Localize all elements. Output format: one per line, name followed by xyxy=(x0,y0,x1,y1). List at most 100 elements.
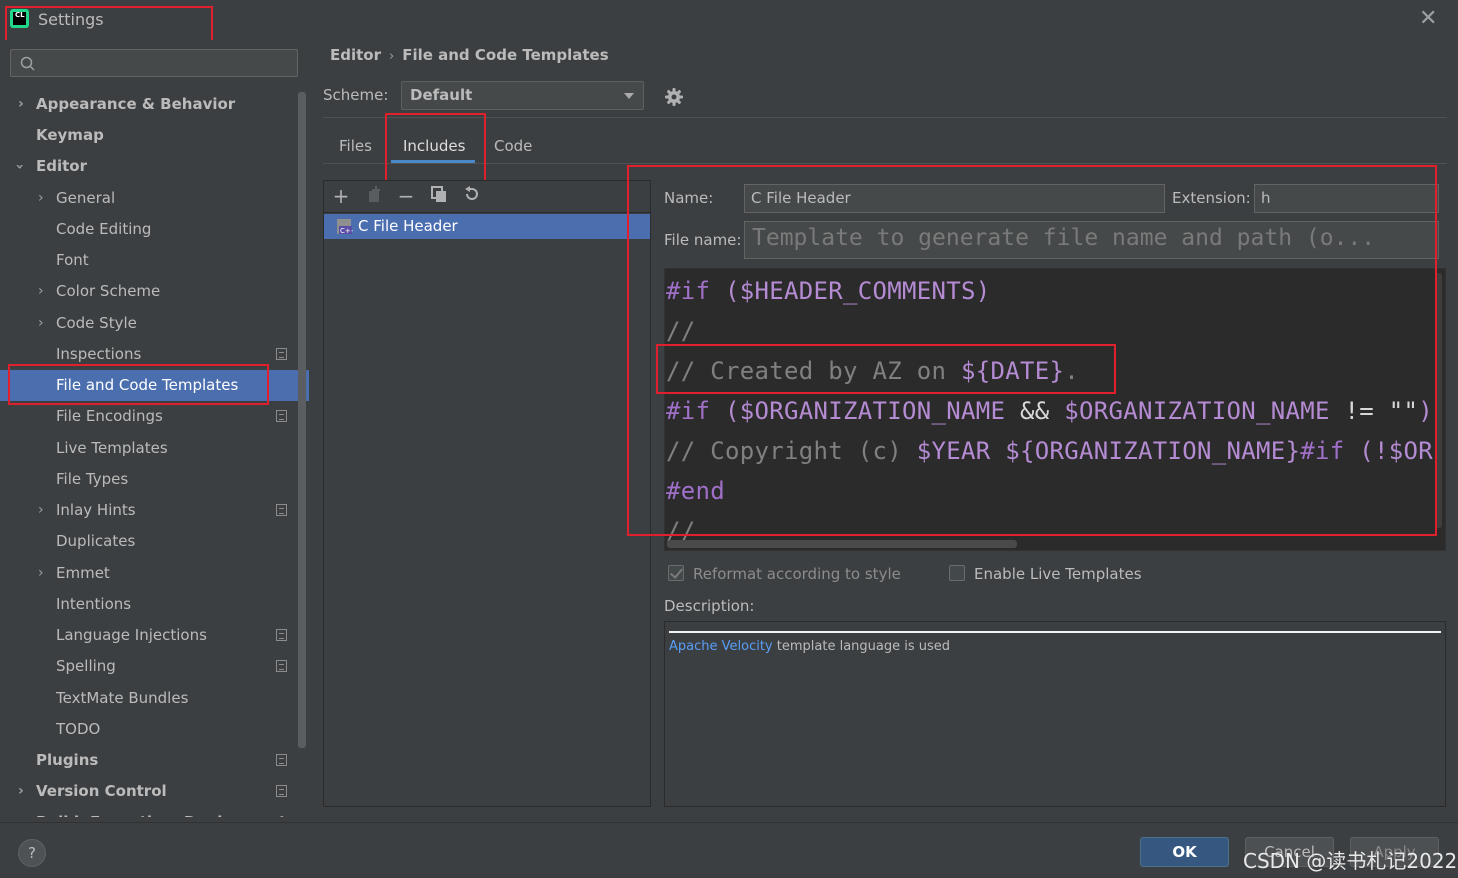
watermark-text: CSDN @读书札记2022 xyxy=(1243,849,1458,873)
clion-app-icon: CL xyxy=(10,9,29,28)
close-icon[interactable]: ✕ xyxy=(1419,6,1437,31)
filename-label: File name: xyxy=(664,231,742,249)
help-button[interactable]: ? xyxy=(18,839,46,867)
tree-item-build-execution-deployment[interactable]: ›Build, Execution, Deployment xyxy=(0,807,300,817)
tree-item-appearance-behavior[interactable]: › Appearance & Behavior xyxy=(0,89,300,120)
settings-search-input[interactable] xyxy=(10,49,298,77)
gear-icon[interactable] xyxy=(664,87,684,107)
breadcrumb-separator: › xyxy=(389,49,395,64)
extension-field[interactable]: h xyxy=(1254,184,1439,213)
live-templates-label: Enable Live Templates xyxy=(974,565,1142,583)
copy-icon[interactable] xyxy=(428,185,450,207)
name-field[interactable]: C File Header xyxy=(744,184,1165,213)
list-item-label: C File Header xyxy=(358,217,458,235)
project-settings-icon xyxy=(276,785,287,797)
tree-item-editor[interactable]: › Editor xyxy=(0,151,300,182)
tree-item-duplicates[interactable]: Duplicates xyxy=(0,526,300,557)
dropdown-arrow-icon xyxy=(624,93,634,99)
breadcrumb-current: File and Code Templates xyxy=(402,46,609,64)
project-settings-icon xyxy=(276,660,287,672)
tree-item-live-templates[interactable]: Live Templates xyxy=(0,433,300,464)
code-line: #end xyxy=(666,477,725,505)
c-file-icon: C++ xyxy=(337,219,353,235)
tree-item-textmate-bundles[interactable]: TextMate Bundles xyxy=(0,683,300,714)
apache-velocity-link[interactable]: Apache Velocity xyxy=(669,639,773,654)
tab-files[interactable]: Files xyxy=(339,137,372,155)
reset-icon[interactable] xyxy=(461,185,483,207)
settings-tree: › Appearance & Behavior Keymap › Editor › G… xyxy=(0,89,309,817)
extension-label: Extension: xyxy=(1172,189,1251,207)
tree-item-file-encodings[interactable]: File Encodings xyxy=(0,401,300,432)
reformat-label: Reformat according to style xyxy=(693,565,901,583)
chevron-right-icon: › xyxy=(38,502,44,518)
tree-item-keymap[interactable]: Keymap xyxy=(0,120,300,151)
scheme-label: Scheme: xyxy=(323,86,389,104)
window-title: Settings xyxy=(38,10,104,29)
tree-item-file-code-templates[interactable]: File and Code Templates xyxy=(0,370,309,401)
chevron-right-icon: › xyxy=(38,283,44,299)
code-line: // Copyright (c) $YEAR ${ORGANIZATION_NA… xyxy=(666,437,1433,465)
chevron-right-icon: › xyxy=(38,565,44,581)
project-settings-icon xyxy=(276,410,287,422)
divider xyxy=(669,631,1441,633)
dialog-footer: ? OK Cancel Apply CSDN @读书札记2022 xyxy=(0,822,1458,878)
search-icon xyxy=(20,56,35,71)
filename-field[interactable]: Template to generate file name and path … xyxy=(744,221,1439,259)
description-panel: Apache Velocity template language is use… xyxy=(664,621,1446,807)
code-line: #if ($ORGANIZATION_NAME && $ORGANIZATION… xyxy=(666,397,1433,425)
add-child-icon[interactable] xyxy=(364,185,386,207)
code-line: #if ($HEADER_COMMENTS) xyxy=(666,277,991,305)
tab-code[interactable]: Code xyxy=(494,137,532,155)
svg-text:C++: C++ xyxy=(340,227,353,235)
add-icon[interactable]: + xyxy=(330,185,352,207)
project-settings-icon xyxy=(276,754,287,766)
settings-sidebar: › Appearance & Behavior Keymap › Editor › G… xyxy=(0,40,309,822)
chevron-right-icon: › xyxy=(38,190,44,206)
tree-item-file-types[interactable]: File Types xyxy=(0,464,300,495)
breadcrumb-parent[interactable]: Editor xyxy=(330,46,381,64)
project-settings-icon xyxy=(276,629,287,641)
title-bar: CL Settings ✕ xyxy=(0,0,1458,40)
tree-item-version-control[interactable]: › Version Control xyxy=(0,776,300,807)
divider xyxy=(323,163,1447,164)
tree-item-spelling[interactable]: Spelling xyxy=(0,651,300,682)
list-item[interactable]: C++ C File Header xyxy=(324,214,650,239)
templates-list-panel: + − C++ C File Header xyxy=(323,180,651,807)
remove-icon[interactable]: − xyxy=(395,185,417,207)
breadcrumb: Editor › File and Code Templates xyxy=(330,46,609,64)
scheme-dropdown[interactable]: Default xyxy=(401,81,644,110)
chevron-right-icon: › xyxy=(38,315,44,331)
tree-item-inlay-hints[interactable]: › Inlay Hints xyxy=(0,495,300,526)
code-line: // Created by AZ on ${DATE}. xyxy=(666,357,1079,385)
name-label: Name: xyxy=(664,189,714,207)
ok-button[interactable]: OK xyxy=(1140,837,1229,867)
live-templates-checkbox[interactable] xyxy=(949,565,965,581)
chevron-right-icon: › xyxy=(18,807,24,817)
tree-item-emmet[interactable]: › Emmet xyxy=(0,558,300,589)
tab-includes[interactable]: Includes xyxy=(403,137,465,155)
sidebar-scrollbar[interactable] xyxy=(298,92,306,748)
project-settings-icon xyxy=(276,504,287,516)
tree-item-intentions[interactable]: Intentions xyxy=(0,589,300,620)
tree-item-plugins[interactable]: Plugins xyxy=(0,745,300,776)
chevron-right-icon: › xyxy=(18,783,24,799)
template-code-editor[interactable]: #if ($HEADER_COMMENTS) // // Created by … xyxy=(664,268,1446,551)
code-line: // xyxy=(666,317,696,345)
editor-vertical-scrollbar[interactable] xyxy=(1435,273,1442,528)
tree-item-code-style[interactable]: › Code Style xyxy=(0,308,300,339)
tree-item-inspections[interactable]: Inspections xyxy=(0,339,300,370)
chevron-down-icon: › xyxy=(11,163,28,170)
tree-item-code-editing[interactable]: Code Editing xyxy=(0,214,300,245)
tree-item-todo[interactable]: TODO xyxy=(0,714,300,745)
tree-item-font[interactable]: Font xyxy=(0,245,300,276)
description-text: Apache Velocity template language is use… xyxy=(669,639,951,654)
editor-horizontal-scrollbar[interactable] xyxy=(667,540,1017,548)
tree-item-general[interactable]: › General xyxy=(0,183,300,214)
description-label: Description: xyxy=(664,597,755,615)
divider xyxy=(323,117,1447,118)
tree-item-language-injections[interactable]: Language Injections xyxy=(0,620,300,651)
list-toolbar: + − xyxy=(324,181,650,213)
tree-item-color-scheme[interactable]: › Color Scheme xyxy=(0,276,300,307)
chevron-right-icon: › xyxy=(18,96,24,112)
reformat-checkbox[interactable] xyxy=(668,565,684,581)
